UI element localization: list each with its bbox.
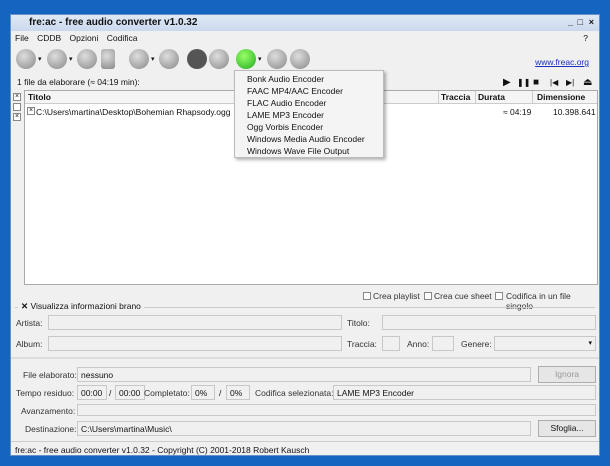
file-label: File elaborato: (23, 370, 77, 380)
column-duration[interactable]: Durata (478, 92, 505, 102)
time-remaining: 00:00 (77, 385, 107, 400)
menu-codifica[interactable]: Codifica (107, 33, 138, 43)
app-window: fre:ac - free audio converter v1.0.32 _ … (10, 14, 600, 456)
help-menu[interactable]: ? (583, 33, 588, 43)
menu-item-wave[interactable]: Windows Wave File Output (247, 145, 383, 157)
chevron-down-icon[interactable]: ▾ (151, 55, 155, 63)
next-icon[interactable]: ▶| (566, 78, 574, 87)
create-cue-checkbox[interactable] (424, 292, 432, 300)
start-encoding-icon[interactable] (236, 49, 256, 69)
maximize-button[interactable]: □ (578, 17, 583, 27)
time-label: Tempo residuo: (16, 388, 75, 398)
select-none-checkbox[interactable] (13, 103, 21, 111)
row-checkbox[interactable]: × (27, 107, 35, 115)
progress-bar (77, 404, 596, 416)
menu-cddb[interactable]: CDDB (37, 33, 61, 43)
play-icon[interactable]: ▶ (503, 77, 511, 88)
menu-item-flac[interactable]: FLAC Audio Encoder (247, 97, 383, 109)
menu-item-bonk[interactable]: Bonk Audio Encoder (247, 73, 383, 85)
info-toggle[interactable]: ✕ Visualizza informazioni brano (18, 301, 144, 312)
artist-label: Artista: (16, 318, 43, 328)
title-field[interactable] (382, 315, 596, 330)
toggle-selection-checkbox[interactable]: × (13, 113, 21, 121)
stop-icon[interactable]: ■ (533, 77, 539, 88)
window-title: fre:ac - free audio converter v1.0.32 (29, 17, 198, 28)
genre-select[interactable]: ▾ (494, 336, 596, 351)
chevron-down-icon[interactable]: ▾ (258, 55, 262, 63)
menu-item-faac[interactable]: FAAC MP4/AAC Encoder (247, 85, 383, 97)
select-all-checkbox[interactable]: × (13, 93, 21, 101)
track-label: Traccia: (347, 339, 377, 349)
chevron-down-icon: ▾ (588, 340, 592, 347)
column-track[interactable]: Traccia (441, 92, 470, 102)
title-label: Titolo: (347, 318, 370, 328)
divider (11, 357, 599, 359)
minimize-button[interactable]: _ (568, 17, 573, 27)
gear-icon[interactable] (209, 49, 229, 69)
chevron-down-icon[interactable]: ▾ (38, 55, 42, 63)
destination-field[interactable]: C:\Users\martina\Music\ (77, 421, 531, 436)
status-bar: fre:ac - free audio converter v1.0.32 - … (11, 441, 599, 456)
single-file-checkbox[interactable] (495, 292, 503, 300)
remove-file-icon[interactable] (101, 49, 115, 69)
time-total: 00:00 (115, 385, 145, 400)
menu-item-wma[interactable]: Windows Media Audio Encoder (247, 133, 383, 145)
chevron-down-icon[interactable]: ▾ (69, 55, 73, 63)
create-cue-label: Crea cue sheet (434, 291, 492, 301)
create-playlist-checkbox[interactable] (363, 292, 371, 300)
artist-field[interactable] (48, 315, 342, 330)
cddb-query-icon[interactable] (129, 49, 149, 69)
music-note-icon[interactable] (77, 49, 97, 69)
encoder-field: LAME MP3 Encoder (333, 385, 596, 400)
single-file-label: Codifica in un file singolo (506, 291, 571, 311)
destination-label: Destinazione: (25, 424, 77, 434)
encoder-dropdown-menu: Bonk Audio Encoder FAAC MP4/AAC Encoder … (234, 70, 384, 158)
done-total: 0% (226, 385, 250, 400)
title-bar: fre:ac - free audio converter v1.0.32 _ … (11, 15, 599, 31)
menu-opzioni[interactable]: Opzioni (70, 33, 99, 43)
add-files-icon[interactable] (16, 49, 36, 69)
skip-button[interactable]: Ignora (538, 366, 596, 383)
row-size: 10.398.641 (553, 107, 596, 117)
file-summary: 1 file da elaborare (≈ 04:19 min): (17, 77, 140, 87)
close-button[interactable]: × (589, 17, 594, 27)
menu-file[interactable]: File (15, 33, 29, 43)
pause-icon[interactable]: ❚❚ (517, 78, 530, 87)
menu-item-lame[interactable]: LAME MP3 Encoder (247, 109, 383, 121)
tools-icon[interactable] (187, 49, 207, 69)
done-file: 0% (191, 385, 215, 400)
encoder-label: Codifica selezionata: (255, 388, 334, 398)
album-field[interactable] (48, 336, 342, 351)
genre-label: Genere: (461, 339, 492, 349)
menu-bar: File CDDB Opzioni Codifica ? (11, 31, 599, 45)
create-playlist-label: Crea playlist (373, 291, 420, 301)
year-label: Anno: (407, 339, 430, 349)
info-toggle-label: Visualizza informazioni brano (30, 301, 141, 311)
track-field[interactable] (382, 336, 400, 351)
row-path: C:\Users\martina\Desktop\Bohemian Rhapso… (36, 107, 231, 117)
browse-button[interactable]: Sfoglia... (538, 420, 596, 437)
stop-icon[interactable] (290, 49, 310, 69)
slash: / (219, 388, 222, 398)
slash: / (109, 388, 112, 398)
year-field[interactable] (432, 336, 454, 351)
menu-item-ogg[interactable]: Ogg Vorbis Encoder (247, 121, 383, 133)
progress-label: Avanzamento: (21, 406, 76, 416)
website-link[interactable]: www.freac.org (535, 57, 589, 67)
cddb-submit-icon[interactable] (159, 49, 179, 69)
pause-icon[interactable] (267, 49, 287, 69)
album-label: Album: (16, 339, 43, 349)
previous-icon[interactable]: |◀ (550, 78, 558, 87)
row-duration: ≈ 04:19 (503, 107, 532, 117)
column-size[interactable]: Dimensione (537, 92, 585, 102)
eject-icon[interactable]: ⏏ (583, 77, 592, 88)
column-title[interactable]: Titolo (28, 92, 51, 102)
add-cd-icon[interactable] (47, 49, 67, 69)
file-field: nessuno (77, 367, 531, 382)
done-label: Completato: (144, 388, 190, 398)
